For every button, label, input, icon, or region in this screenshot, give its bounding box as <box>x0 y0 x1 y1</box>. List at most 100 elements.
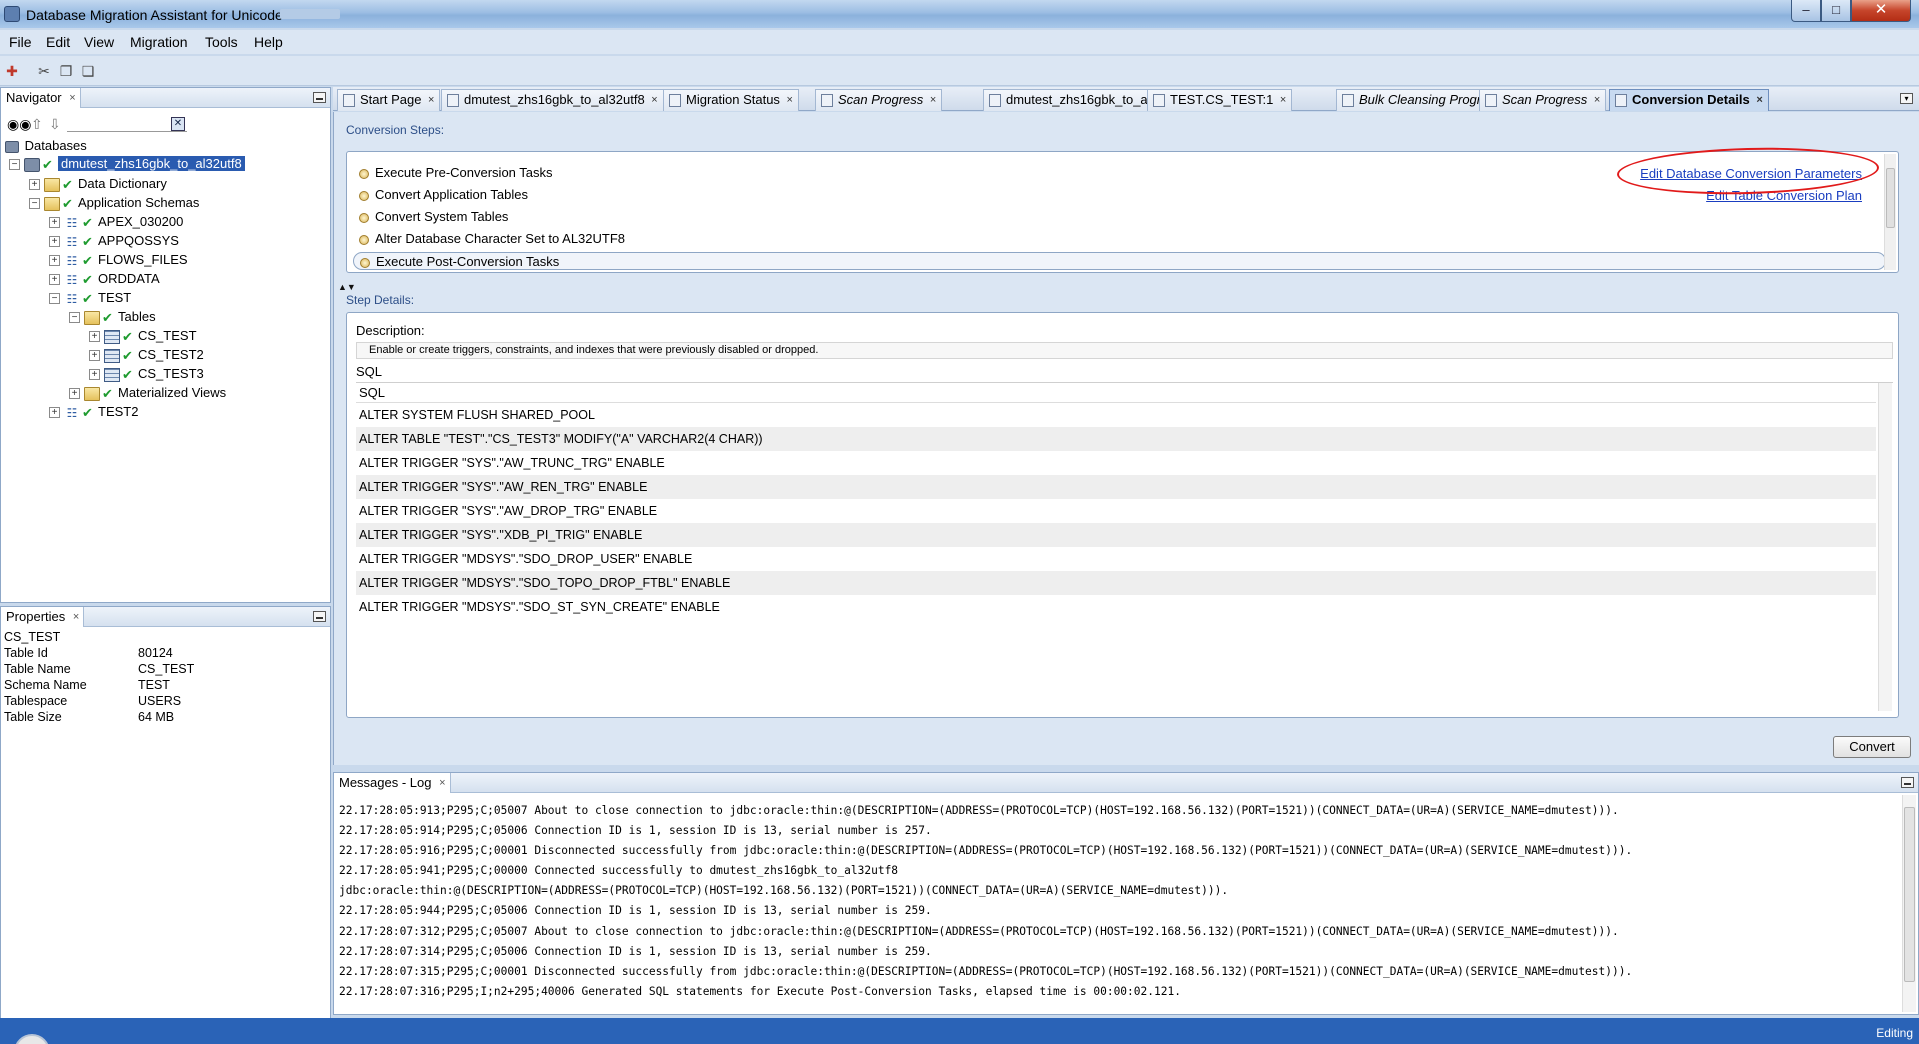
convert-button[interactable]: Convert <box>1833 736 1911 758</box>
tree-item[interactable]: + ✔ Materialized Views <box>69 383 226 402</box>
tree-item[interactable]: + ☷ ✔ ORDDATA <box>49 269 160 288</box>
check-icon: ✔ <box>82 291 93 307</box>
binoculars-icon[interactable]: ◉◉ <box>7 116 31 133</box>
editor-tab[interactable]: Scan Progress × <box>1479 89 1607 111</box>
sql-row[interactable]: ALTER TRIGGER "SYS"."AW_REN_TRG" ENABLE <box>356 475 1876 499</box>
close-tab-icon[interactable]: × <box>930 90 936 110</box>
splitter-arrows-icon[interactable]: ▲▼ <box>338 282 356 292</box>
tree-item[interactable]: + ☷ ✔ FLOWS_FILES <box>49 250 188 269</box>
close-tab-icon[interactable]: × <box>1280 90 1286 110</box>
close-tab-icon[interactable]: × <box>439 773 445 793</box>
minimize-panel-icon[interactable] <box>313 611 326 622</box>
menu-edit[interactable]: Edit <box>46 34 70 50</box>
close-tab-icon[interactable]: × <box>651 90 657 110</box>
property-value: 64 MB <box>138 710 175 724</box>
sql-row[interactable]: ALTER TRIGGER "SYS"."AW_TRUNC_TRG" ENABL… <box>356 451 1876 475</box>
minimize-button[interactable]: – <box>1791 0 1821 22</box>
minimize-panel-icon[interactable] <box>1901 777 1914 788</box>
close-button[interactable]: ✕ <box>1851 0 1911 22</box>
steps-scrollbar[interactable] <box>1884 154 1896 270</box>
sql-row[interactable]: ALTER TABLE "TEST"."CS_TEST3" MODIFY("A"… <box>356 427 1876 451</box>
start-orb-icon[interactable] <box>14 1034 50 1044</box>
close-tab-icon[interactable]: × <box>69 88 75 108</box>
check-icon: ✔ <box>42 157 53 173</box>
new-connection-icon[interactable]: ✚ <box>4 63 20 79</box>
collapse-icon[interactable]: − <box>9 159 20 171</box>
close-tab-icon[interactable]: × <box>787 90 793 110</box>
expand-icon[interactable]: + <box>49 255 60 267</box>
sql-row[interactable]: ALTER SYSTEM FLUSH SHARED_POOL <box>356 403 1876 427</box>
menu-view[interactable]: View <box>84 34 114 50</box>
conversion-step[interactable]: Alter Database Character Set to AL32UTF8 <box>359 230 625 248</box>
close-tab-icon[interactable]: × <box>73 607 79 627</box>
tree-root[interactable]: Databases <box>5 136 87 155</box>
expand-icon[interactable]: + <box>29 179 40 191</box>
tree-item[interactable]: − ✔ Tables <box>69 307 156 326</box>
menu-help[interactable]: Help <box>254 34 283 50</box>
tree-item[interactable]: + ✔ CS_TEST2 <box>89 345 204 364</box>
expand-icon[interactable]: + <box>49 274 60 286</box>
tree-item[interactable]: − ✔ dmutest_zhs16gbk_to_al32utf8 <box>9 154 245 173</box>
clear-search-icon[interactable]: ✕ <box>171 117 185 131</box>
arrow-up-icon[interactable]: ⇧ <box>31 116 43 133</box>
arrow-down-icon[interactable]: ⇩ <box>49 116 61 133</box>
properties-tab[interactable]: Properties × <box>1 607 85 627</box>
collapse-icon[interactable]: − <box>69 312 80 324</box>
tree-item[interactable]: + ✔ CS_TEST3 <box>89 364 204 383</box>
close-tab-icon[interactable]: × <box>1594 90 1600 110</box>
editor-tab[interactable]: dmutest_zhs16gbk_to_al32utf8 × <box>441 89 664 111</box>
navigator-tab[interactable]: Navigator × <box>1 88 81 108</box>
tree-item[interactable]: + ☷ ✔ APEX_030200 <box>49 212 183 231</box>
close-tab-icon[interactable]: × <box>428 90 434 110</box>
copy-icon[interactable]: ❐ <box>58 63 74 79</box>
property-value: CS_TEST <box>138 662 195 676</box>
menu-file[interactable]: File <box>9 34 32 50</box>
expand-icon[interactable]: + <box>49 217 60 229</box>
sql-column-header[interactable]: SQL <box>356 383 1876 403</box>
expand-icon[interactable]: + <box>89 331 100 343</box>
tree-item[interactable]: + ☷ ✔ APPQOSSYS <box>49 231 179 250</box>
menu-tools[interactable]: Tools <box>205 34 238 50</box>
collapse-icon[interactable]: − <box>49 293 60 305</box>
expand-icon[interactable]: + <box>69 388 80 400</box>
sql-row[interactable]: ALTER TRIGGER "SYS"."XDB_PI_TRIG" ENABLE <box>356 523 1876 547</box>
sql-row[interactable]: ALTER TRIGGER "MDSYS"."SDO_ST_SYN_CREATE… <box>356 595 1876 619</box>
close-tab-icon[interactable]: × <box>1756 90 1762 110</box>
sql-row[interactable]: ALTER TRIGGER "MDSYS"."SDO_DROP_USER" EN… <box>356 547 1876 571</box>
editor-tab[interactable]: TEST.CS_TEST:1 × <box>1147 89 1293 111</box>
expand-icon[interactable]: + <box>89 369 100 381</box>
tree-item[interactable]: + ✔ CS_TEST <box>89 326 197 345</box>
maximize-button[interactable]: □ <box>1821 0 1851 22</box>
sql-row[interactable]: ALTER TRIGGER "MDSYS"."SDO_TOPO_DROP_FTB… <box>356 571 1876 595</box>
menu-migration[interactable]: Migration <box>130 34 188 50</box>
conversion-step[interactable]: Convert Application Tables <box>359 186 528 204</box>
editor-tab[interactable]: Start Page × <box>337 89 441 111</box>
databases-icon <box>5 140 19 153</box>
editor-tab[interactable]: Scan Progress × <box>815 89 943 111</box>
expand-icon[interactable]: + <box>49 236 60 248</box>
status-bar: Editing <box>0 1018 1919 1044</box>
cut-icon[interactable]: ✂ <box>36 63 52 79</box>
property-value: 80124 <box>138 646 173 660</box>
paste-icon[interactable]: ❏ <box>80 63 96 79</box>
tree-item[interactable]: + ☷ ✔ TEST2 <box>49 402 138 421</box>
sql-row[interactable]: ALTER TRIGGER "SYS"."AW_DROP_TRG" ENABLE <box>356 499 1876 523</box>
editor-tab-label: dmutest_zhs16gbk_to_al32utf8 <box>464 92 645 107</box>
tab-list-icon[interactable]: ▾ <box>1900 93 1913 104</box>
conversion-step[interactable]: Execute Pre-Conversion Tasks <box>359 164 553 182</box>
log-scrollbar[interactable] <box>1902 795 1916 1012</box>
navigator-search-input[interactable] <box>67 116 187 132</box>
collapse-icon[interactable]: − <box>29 198 40 210</box>
sql-scrollbar[interactable] <box>1878 383 1892 711</box>
editor-tab[interactable]: Migration Status × <box>663 89 799 111</box>
tree-item[interactable]: + ✔ Data Dictionary <box>29 174 167 193</box>
expand-icon[interactable]: + <box>49 407 60 419</box>
conversion-step[interactable]: Execute Post-Conversion Tasks <box>353 252 1886 270</box>
conversion-step[interactable]: Convert System Tables <box>359 208 508 226</box>
messages-log-tab[interactable]: Messages - Log × <box>334 773 451 793</box>
editor-tab[interactable]: Conversion Details × <box>1609 89 1769 111</box>
expand-icon[interactable]: + <box>89 350 100 362</box>
tree-item[interactable]: − ✔ Application Schemas <box>29 193 199 212</box>
tree-item[interactable]: − ☷ ✔ TEST <box>49 288 131 307</box>
minimize-panel-icon[interactable] <box>313 92 326 103</box>
